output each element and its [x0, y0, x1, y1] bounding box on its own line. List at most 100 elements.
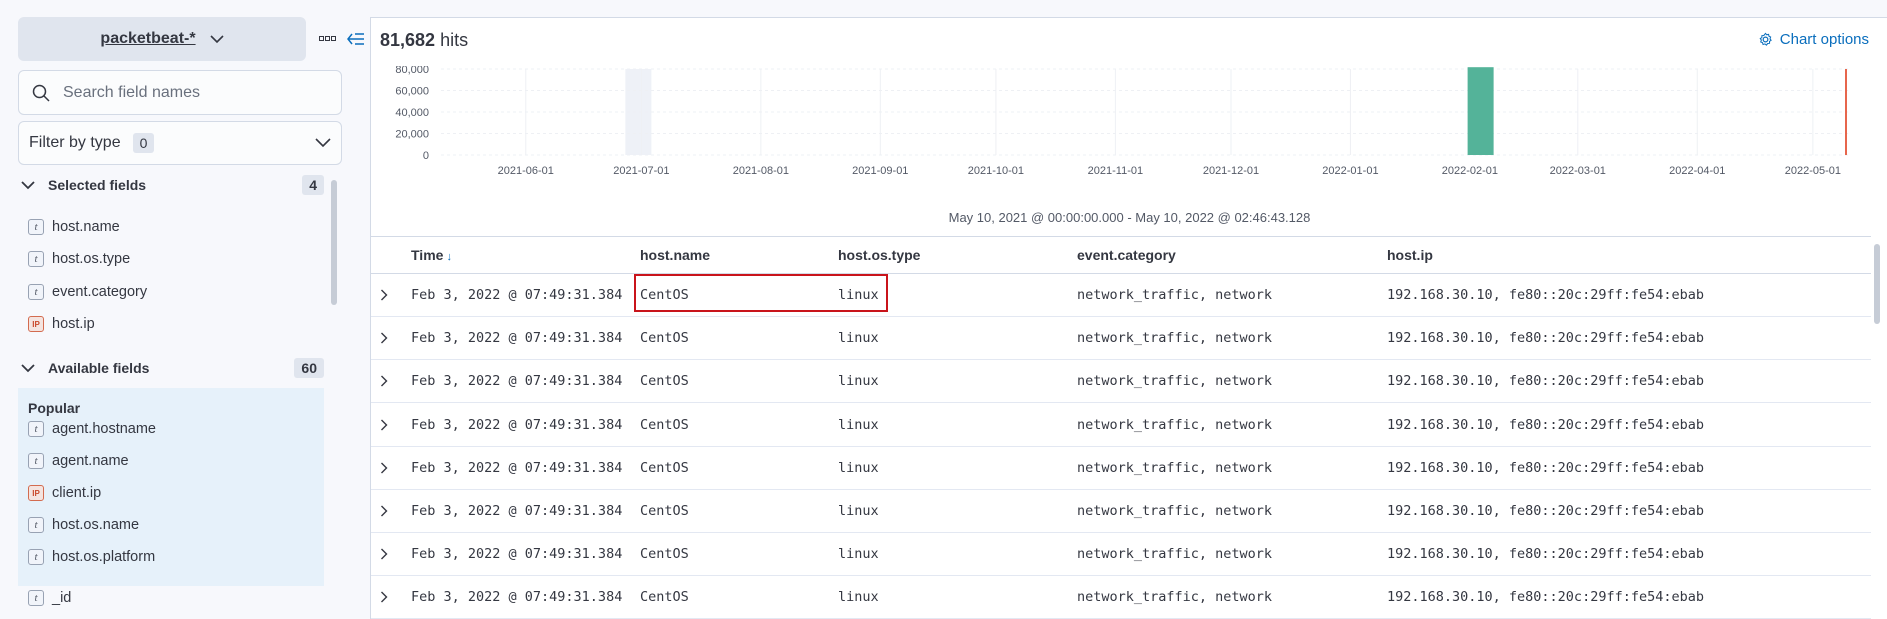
field-sidebar: packetbeat-* Filter by type 0 [0, 0, 368, 619]
sidebar-scrollbar[interactable] [331, 180, 337, 305]
expand-row-icon[interactable] [375, 545, 393, 563]
field-name: host.ip [52, 316, 95, 332]
cell-host-os-type: linux [838, 417, 879, 433]
hits-counter: 81,682 hits [380, 30, 468, 51]
sort-down-icon[interactable]: ↓ [446, 251, 452, 263]
field-item[interactable]: t host.os.name [28, 513, 139, 537]
hits-count: 81,682 [380, 30, 436, 50]
table-header: Time ↓ host.name host.os.type event.categ… [371, 236, 1871, 274]
cell-time: Feb 3, 2022 @ 07:49:31.384 [411, 330, 623, 346]
string-type-icon: t [28, 251, 44, 267]
field-item[interactable]: t host.name [28, 215, 120, 239]
cell-host-name: CentOS [640, 546, 689, 562]
field-item[interactable]: t _id [28, 586, 71, 610]
hits-histogram[interactable]: 80,000 60,000 40,000 20,000 0 2021-06-01 2021-… [371, 66, 1887, 206]
x-tick-label: 2021-06-01 [498, 165, 554, 177]
column-header-event-category[interactable]: event.category [1077, 247, 1176, 263]
search-icon [19, 84, 63, 102]
chart-options-label: Chart options [1779, 31, 1869, 48]
expand-row-icon[interactable] [375, 416, 393, 434]
chevron-down-icon [315, 135, 331, 153]
cell-host-os-type: linux [838, 373, 879, 389]
table-row[interactable]: Feb 3, 2022 @ 07:49:31.384 CentOS linux net… [371, 404, 1871, 447]
field-name: agent.name [52, 453, 129, 469]
cell-host-name: CentOS [640, 373, 689, 389]
column-header-host-ip[interactable]: host.ip [1387, 247, 1433, 263]
more-options-icon[interactable] [318, 31, 338, 47]
field-item[interactable]: t host.os.platform [28, 545, 155, 569]
table-row[interactable]: Feb 3, 2022 @ 07:49:31.384 CentOS linux net… [371, 533, 1871, 576]
table-row[interactable]: Feb 3, 2022 @ 07:49:31.384 CentOS linux net… [371, 274, 1871, 317]
histogram-bar [1467, 67, 1494, 155]
discover-app: packetbeat-* Filter by type 0 [0, 0, 1887, 619]
index-pattern-selector[interactable]: packetbeat-* [18, 17, 306, 61]
expand-row-icon[interactable] [375, 588, 393, 606]
index-pattern-label: packetbeat-* [100, 30, 196, 47]
cell-host-name: CentOS [640, 417, 689, 433]
filter-count-badge: 0 [132, 133, 155, 153]
field-item[interactable]: IP host.ip [28, 312, 95, 336]
selected-fields-header[interactable]: Selected fields 4 [18, 172, 324, 198]
x-tick-label: 2022-04-01 [1669, 165, 1725, 177]
x-tick-label: 2021-12-01 [1203, 165, 1259, 177]
column-header-host-name[interactable]: host.name [640, 247, 710, 263]
cell-time: Feb 3, 2022 @ 07:49:31.384 [411, 417, 623, 433]
x-tick-label: 2022-03-01 [1550, 165, 1606, 177]
field-name: host.os.name [52, 517, 140, 533]
string-type-icon: t [28, 219, 44, 235]
available-fields-title: Available fields [48, 360, 150, 376]
x-tick-label: 2021-11-01 [1088, 165, 1143, 177]
field-name: host.os.type [52, 251, 131, 267]
x-tick-label: 2021-08-01 [733, 165, 789, 177]
cell-event-category: network_traffic, network [1077, 460, 1273, 476]
table-row[interactable]: Feb 3, 2022 @ 07:49:31.384 CentOS linux net… [371, 447, 1871, 490]
collapse-sidebar-icon[interactable] [346, 29, 366, 49]
string-type-icon: t [28, 284, 44, 300]
ip-type-icon: IP [28, 485, 44, 501]
cell-time: Feb 3, 2022 @ 07:49:31.384 [411, 373, 623, 389]
string-type-icon: t [28, 517, 44, 533]
table-scrollbar[interactable] [1874, 244, 1880, 324]
table-row[interactable]: Feb 3, 2022 @ 07:49:31.384 CentOS linux net… [371, 576, 1871, 619]
highlight-box [634, 274, 888, 312]
expand-row-icon[interactable] [375, 286, 393, 304]
string-type-icon: t [28, 549, 44, 565]
chart-options-button[interactable]: Chart options [1758, 31, 1869, 48]
chevron-down-icon [18, 363, 38, 373]
index-pattern-row: packetbeat-* [18, 17, 368, 61]
field-name: agent.hostname [52, 421, 156, 437]
field-item[interactable]: t agent.name [28, 449, 129, 473]
expand-row-icon[interactable] [375, 372, 393, 390]
filter-by-type[interactable]: Filter by type 0 [18, 121, 342, 165]
field-item[interactable]: t agent.hostname [28, 417, 156, 441]
expand-row-icon[interactable] [375, 502, 393, 520]
column-header-host-os-type[interactable]: host.os.type [838, 247, 920, 263]
gear-icon [1758, 32, 1773, 47]
table-row[interactable]: Feb 3, 2022 @ 07:49:31.384 CentOS linux net… [371, 317, 1871, 360]
y-tick-label: 20,000 [395, 129, 429, 141]
x-tick-label: 2021-07-01 [613, 165, 669, 177]
cell-host-os-type: linux [838, 503, 879, 519]
selected-fields-title: Selected fields [48, 177, 147, 193]
field-item[interactable]: t event.category [28, 280, 147, 304]
field-item[interactable]: t host.os.type [28, 247, 130, 271]
field-search-input[interactable] [63, 83, 323, 102]
x-tick-label: 2022-05-01 [1785, 165, 1841, 177]
expand-row-icon[interactable] [375, 329, 393, 347]
field-item[interactable]: IP client.ip [28, 481, 101, 505]
cell-host-os-type: linux [838, 589, 879, 605]
table-row[interactable]: Feb 3, 2022 @ 07:49:31.384 CentOS linux net… [371, 490, 1871, 533]
table-row[interactable]: Feb 3, 2022 @ 07:49:31.384 CentOS linux net… [371, 360, 1871, 403]
field-name: _id [52, 590, 72, 606]
selected-fields-count: 4 [302, 175, 324, 195]
cell-host-name: CentOS [640, 460, 689, 476]
cell-host-name: CentOS [640, 330, 689, 346]
column-header-time[interactable]: Time ↓ [411, 247, 452, 263]
field-name: host.name [52, 219, 120, 235]
expand-row-icon[interactable] [375, 459, 393, 477]
popular-title: Popular [28, 400, 81, 416]
cell-event-category: network_traffic, network [1077, 503, 1273, 519]
ip-type-icon: IP [28, 316, 44, 332]
available-fields-header[interactable]: Available fields 60 [18, 355, 324, 381]
x-tick-label: 2022-01-01 [1322, 165, 1378, 177]
